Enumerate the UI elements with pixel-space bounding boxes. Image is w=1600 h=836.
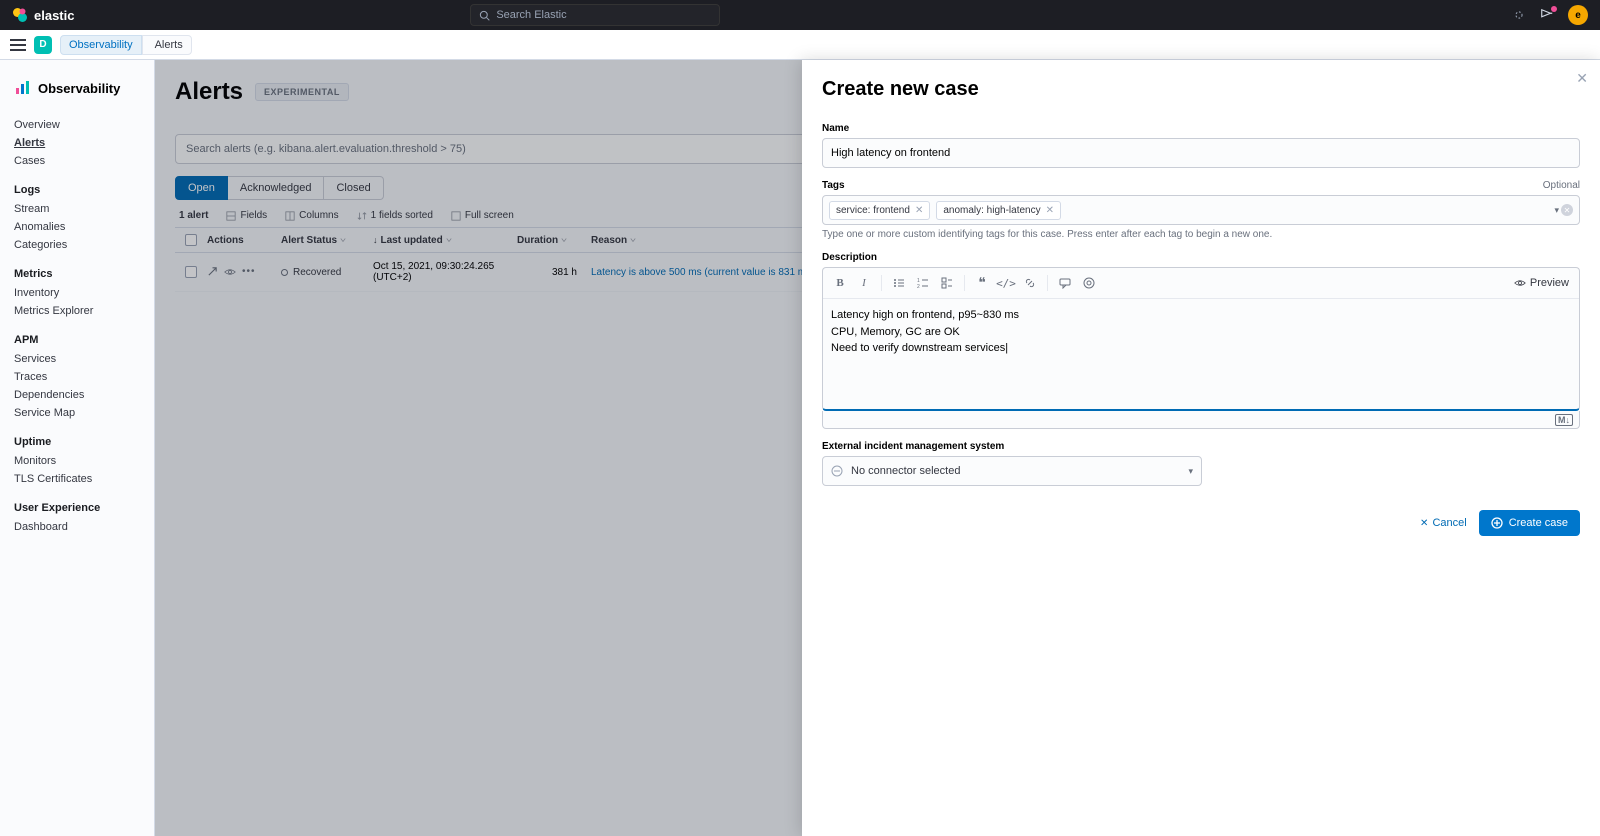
search-icon [479,10,490,21]
create-case-flyout: ✕ Create new case Name Tags Optional ser… [802,60,1600,836]
checklist-icon [941,277,953,289]
global-search-placeholder: Search Elastic [496,9,566,21]
brand-text: elastic [34,8,74,23]
sidebar-item-alerts[interactable]: Alerts [0,134,154,152]
cancel-button[interactable]: ✕ Cancel [1420,517,1467,529]
remove-tag-icon[interactable]: ✕ [915,205,923,216]
header-right: e [1512,5,1588,25]
sidebar-item-traces[interactable]: Traces [0,368,154,386]
sidebar-group-metrics: Metrics [0,264,154,284]
sidebar-item-metrics-explorer[interactable]: Metrics Explorer [0,302,154,320]
sidebar-item-monitors[interactable]: Monitors [0,452,154,470]
eye-icon [1514,277,1526,289]
sidebar-item-services[interactable]: Services [0,350,154,368]
breadcrumb: Observability Alerts [60,35,192,55]
nav-toggle-button[interactable] [10,39,26,51]
plus-circle-icon [1491,517,1503,529]
breadcrumb-observability[interactable]: Observability [60,35,142,55]
global-search-input[interactable]: Search Elastic [470,4,720,26]
markdown-icon[interactable]: M↓ [1555,414,1573,426]
elastic-logo-icon [12,7,28,23]
newsfeed-icon [1540,8,1554,22]
flyout-title: Create new case [822,78,1580,101]
sidebar-item-service-map[interactable]: Service Map [0,404,154,422]
link-button[interactable] [1019,272,1041,294]
clear-tags-button[interactable]: ✕ [1561,204,1573,216]
code-button[interactable]: </> [995,272,1017,294]
connector-select[interactable]: No connector selected ▾ [822,456,1202,486]
name-label: Name [822,123,1580,134]
sidebar-item-dependencies[interactable]: Dependencies [0,386,154,404]
observability-icon [14,80,30,96]
sidebar-item-stream[interactable]: Stream [0,200,154,218]
description-label: Description [822,252,1580,263]
global-header: elastic Search Elastic e [0,0,1600,30]
sidebar-item-overview[interactable]: Overview [0,116,154,134]
remove-tag-icon[interactable]: ✕ [1046,205,1054,216]
connector-label: External incident management system [822,441,1580,452]
preview-button[interactable]: Preview [1510,277,1573,289]
close-flyout-button[interactable]: ✕ [1576,70,1588,87]
breadcrumb-alerts: Alerts [142,35,192,55]
cloud-icon[interactable] [1512,8,1526,22]
sidebar-item-categories[interactable]: Categories [0,236,154,254]
chevron-down-icon: ▾ [1188,466,1193,477]
svg-text:2: 2 [917,284,920,289]
minus-circle-icon [831,465,843,477]
breadcrumb-bar: D Observability Alerts [0,30,1600,60]
mention-icon [1083,277,1095,289]
sidebar: Observability Overview Alerts Cases Logs… [0,60,155,836]
sidebar-item-dashboard[interactable]: Dashboard [0,518,154,536]
user-avatar[interactable]: e [1568,5,1588,25]
tags-help-text: Type one or more custom identifying tags… [822,229,1580,240]
ordered-list-icon: 12 [917,277,929,289]
newsfeed-button[interactable] [1540,8,1554,22]
sidebar-item-tls-certificates[interactable]: TLS Certificates [0,470,154,488]
space-selector[interactable]: D [34,36,52,54]
bullet-list-button[interactable] [888,272,910,294]
editor-toolbar: B I 12 ❝ </> Preview [823,268,1579,299]
ordered-list-button[interactable]: 12 [912,272,934,294]
tags-input[interactable]: service: frontend✕ anomaly: high-latency… [822,195,1580,225]
create-case-button[interactable]: Create case [1479,510,1580,536]
sidebar-group-apm: APM [0,330,154,350]
mention-button[interactable] [1078,272,1100,294]
description-editor: B I 12 ❝ </> Preview Latency high o [822,267,1580,411]
comment-icon [1059,277,1071,289]
sidebar-item-cases[interactable]: Cases [0,152,154,170]
italic-button[interactable]: I [853,272,875,294]
bullet-list-icon [893,277,905,289]
quote-button[interactable]: ❝ [971,272,993,294]
link-icon [1024,277,1036,289]
sidebar-group-ux: User Experience [0,498,154,518]
markdown-hint-bar: M↓ [822,411,1580,429]
chevron-down-icon[interactable]: ▾ [1554,205,1559,216]
description-textarea[interactable]: Latency high on frontend, p95~830 ms CPU… [823,299,1579,409]
comment-button[interactable] [1054,272,1076,294]
bold-button[interactable]: B [829,272,851,294]
checklist-button[interactable] [936,272,958,294]
tag-chip: service: frontend✕ [829,201,930,220]
sidebar-group-logs: Logs [0,180,154,200]
tags-label: Tags [822,180,845,191]
brand-logo[interactable]: elastic [12,7,74,23]
tag-chip: anomaly: high-latency✕ [936,201,1061,220]
case-name-input[interactable] [822,138,1580,168]
tags-optional: Optional [1543,180,1580,191]
sidebar-item-anomalies[interactable]: Anomalies [0,218,154,236]
sidebar-title: Observability [0,74,154,110]
sidebar-item-inventory[interactable]: Inventory [0,284,154,302]
sidebar-group-uptime: Uptime [0,432,154,452]
